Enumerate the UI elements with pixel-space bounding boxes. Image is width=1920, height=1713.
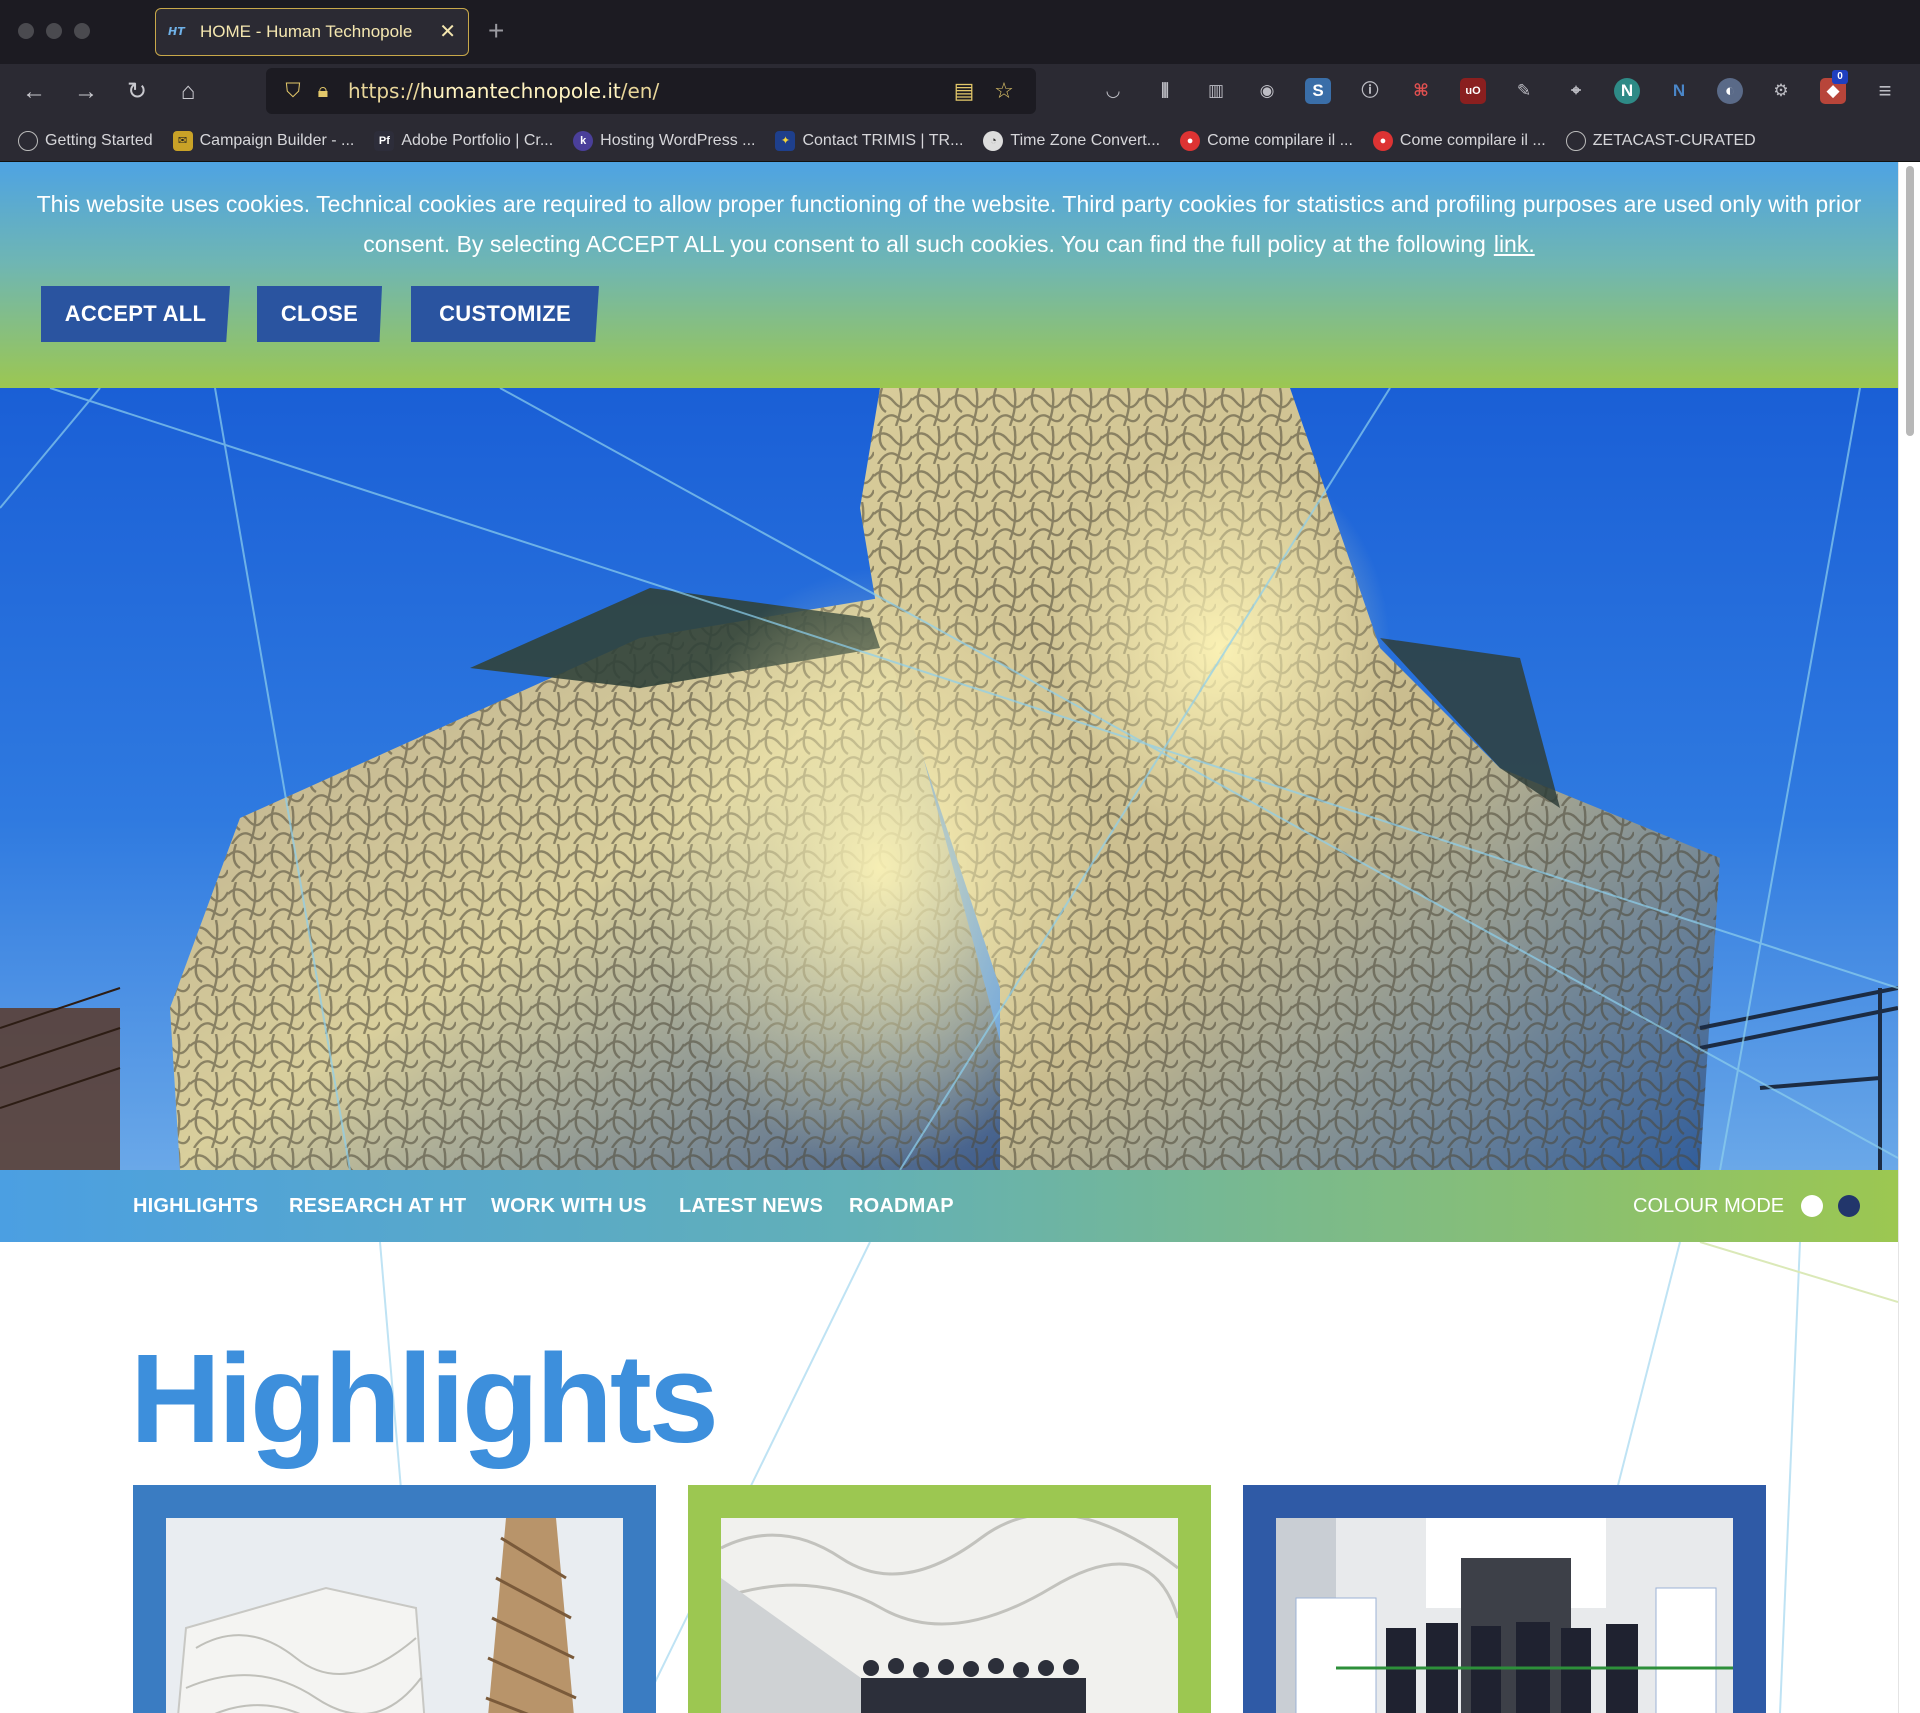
extension-s-icon[interactable]: S: [1305, 78, 1331, 104]
site-favicon-icon: HT: [168, 25, 185, 38]
cookie-message: This website uses cookies. Technical coo…: [36, 191, 1862, 257]
adobe-portfolio-icon: Pf: [374, 130, 395, 151]
extension-badge-icon[interactable]: 0 ◆: [1820, 70, 1848, 104]
clock-icon: ◔: [983, 130, 1004, 151]
subnav-work-with-us[interactable]: WORK WITH US: [491, 1170, 647, 1242]
colour-mode-dark-toggle[interactable]: [1838, 1195, 1860, 1217]
subnav-latest-news[interactable]: LATEST NEWS: [679, 1170, 823, 1242]
bookmark-come-compilare-2[interactable]: ● Come compilare il ...: [1372, 130, 1546, 151]
chrome-icon: ●: [1372, 130, 1393, 151]
globe-icon: [1565, 130, 1586, 151]
tracking-protection-shield-icon[interactable]: ⛉: [278, 80, 308, 103]
mailchimp-icon: ✉: [172, 130, 193, 151]
highlights-heading: Highlights: [130, 1328, 719, 1469]
tab-close-icon[interactable]: ✕: [439, 22, 456, 42]
extension-badge-count: 0: [1832, 70, 1848, 84]
browser-navbar: ← → ↻ ⌂ ⛉ 🔒︎ https://humantechnopole.it/…: [0, 64, 1920, 120]
customize-button[interactable]: CUSTOMIZE: [411, 286, 599, 342]
reader-view-icon[interactable]: ▤: [944, 78, 984, 104]
eyedropper-icon[interactable]: ✎: [1511, 78, 1537, 104]
adobe-acrobat-icon[interactable]: ⌘: [1408, 78, 1434, 104]
bookmark-star-icon[interactable]: ☆: [984, 78, 1024, 104]
page-viewport: This website uses cookies. Technical coo…: [0, 162, 1898, 1713]
card-image: [166, 1518, 623, 1713]
back-icon[interactable]: ←: [18, 76, 50, 108]
browser-tab-active[interactable]: HT HOME - Human Technopole ✕: [155, 8, 469, 56]
bookmark-come-compilare-1[interactable]: ● Come compilare il ...: [1180, 130, 1353, 151]
window-minimize-control[interactable]: [46, 23, 62, 39]
forward-icon[interactable]: →: [70, 76, 102, 108]
globe-icon: [18, 130, 38, 151]
sidebar-icon[interactable]: ▥: [1203, 78, 1229, 104]
address-bar[interactable]: ⛉ 🔒︎ https://humantechnopole.it/en/ ▤ ☆: [266, 68, 1036, 114]
highlights-section: Highlights: [0, 1242, 1898, 1713]
chrome-icon: ●: [1180, 130, 1201, 151]
extension-n-square-icon[interactable]: N: [1666, 78, 1692, 104]
browser-titlebar: HT HOME - Human Technopole ✕ +: [0, 0, 1920, 64]
bookmarks-toolbar: Getting Started ✉ Campaign Builder - ... …: [0, 120, 1920, 162]
reload-icon[interactable]: ↻: [121, 76, 153, 108]
bookmark-hosting-wordpress[interactable]: k Hosting WordPress ...: [573, 130, 755, 151]
extension-gear-icon[interactable]: ⚙: [1768, 78, 1794, 104]
new-tab-icon[interactable]: +: [488, 16, 504, 46]
subnav-highlights[interactable]: HIGHLIGHTS: [133, 1170, 258, 1242]
window-close-control[interactable]: [18, 23, 34, 39]
extension-globe-icon[interactable]: ◐: [1717, 78, 1743, 104]
url-text[interactable]: https://humantechnopole.it/en/: [348, 79, 944, 103]
group-photo-illustration: [721, 1518, 1178, 1713]
bookmark-zetacast-curated[interactable]: ZETACAST-CURATED: [1565, 130, 1756, 151]
colour-mode-label: COLOUR MODE: [1633, 1195, 1785, 1217]
eu-flag-icon: ✦: [775, 130, 796, 151]
extension-n-circle-icon[interactable]: N: [1614, 78, 1640, 104]
section-subnav: HIGHLIGHTS RESEARCH AT HT WORK WITH US L…: [0, 1170, 1898, 1242]
bookmark-getting-started[interactable]: Getting Started: [18, 130, 153, 151]
colour-mode-light-toggle[interactable]: [1801, 1195, 1823, 1217]
pavilion-photo-illustration: [166, 1518, 623, 1713]
cookie-banner: This website uses cookies. Technical coo…: [0, 162, 1898, 388]
subnav-research-at-ht[interactable]: RESEARCH AT HT: [289, 1170, 466, 1242]
close-button[interactable]: CLOSE: [257, 286, 382, 342]
window-zoom-control[interactable]: [74, 23, 90, 39]
lock-icon[interactable]: 🔒︎: [308, 80, 338, 103]
bookmark-adobe-portfolio[interactable]: Pf Adobe Portfolio | Cr...: [374, 130, 553, 151]
accept-all-button[interactable]: ACCEPT ALL: [41, 286, 230, 342]
ribbon-cutting-photo-illustration: [1276, 1518, 1733, 1713]
bookmark-campaign-builder[interactable]: ✉ Campaign Builder - ...: [172, 130, 354, 151]
extension-ghost-icon[interactable]: ◉: [1254, 78, 1280, 104]
home-icon[interactable]: ⌂: [172, 76, 204, 108]
hero-building-illustration: [0, 388, 1898, 1170]
card-image: [721, 1518, 1178, 1713]
pocket-icon[interactable]: ◡: [1100, 78, 1126, 104]
cookie-policy-link[interactable]: link.: [1494, 231, 1535, 257]
tab-title: HOME - Human Technopole: [200, 22, 413, 41]
hero-image: [0, 388, 1898, 1170]
extension-target-icon[interactable]: ⌖: [1563, 78, 1589, 104]
highlight-card[interactable]: [1243, 1485, 1766, 1713]
page-scrollbar[interactable]: [1898, 162, 1920, 1713]
highlight-card[interactable]: [688, 1485, 1211, 1713]
ublock-icon[interactable]: uO: [1460, 78, 1486, 104]
library-icon[interactable]: ⫼: [1152, 78, 1178, 104]
card-image: [1276, 1518, 1733, 1713]
highlight-card[interactable]: [133, 1485, 656, 1713]
kinsta-icon: k: [573, 130, 594, 151]
scrollbar-thumb[interactable]: [1906, 166, 1914, 436]
menu-hamburger-icon[interactable]: ≡: [1872, 78, 1898, 104]
subnav-roadmap[interactable]: ROADMAP: [849, 1170, 954, 1242]
bookmark-time-zone[interactable]: ◔ Time Zone Convert...: [983, 130, 1160, 151]
extension-info-icon[interactable]: ⓘ: [1357, 78, 1383, 104]
bookmark-contact-trimis[interactable]: ✦ Contact TRIMIS | TR...: [775, 130, 963, 151]
